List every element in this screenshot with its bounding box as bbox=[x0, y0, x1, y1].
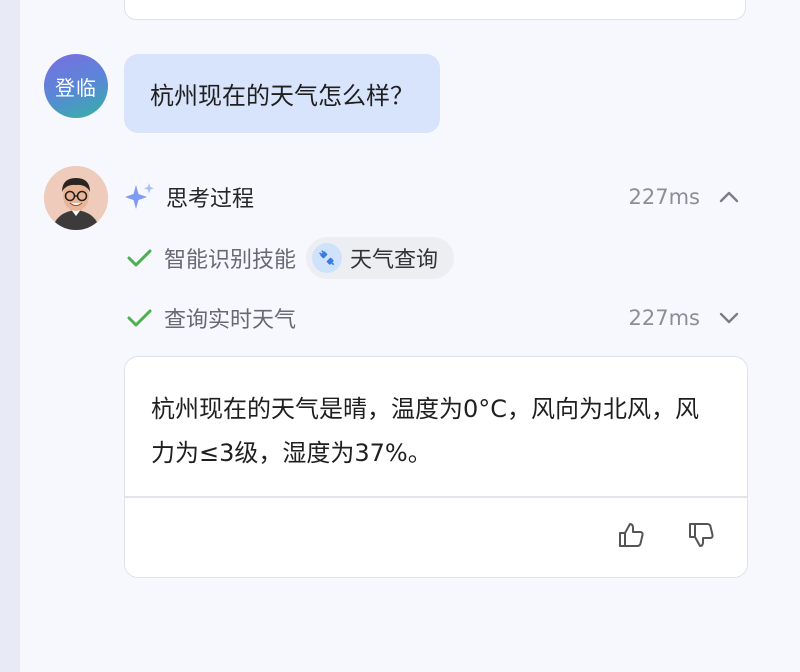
check-icon bbox=[127, 309, 152, 327]
chevron-down-icon[interactable] bbox=[718, 307, 740, 329]
thinking-header[interactable]: 思考过程 227ms bbox=[124, 177, 748, 217]
user-avatar-text: 登临 bbox=[55, 75, 97, 100]
feedback-actions bbox=[615, 519, 717, 551]
skill-chip-weather[interactable]: 天气查询 bbox=[306, 237, 455, 279]
step-skill-recognition: 智能识别技能 天气查询 bbox=[124, 237, 748, 279]
answer-divider bbox=[125, 496, 747, 498]
step-label: 查询实时天气 bbox=[164, 308, 297, 333]
thinking-title: 思考过程 bbox=[166, 187, 255, 212]
bot-avatar[interactable] bbox=[44, 166, 108, 230]
thumbs-down-icon bbox=[689, 523, 714, 547]
sparkle-icon bbox=[125, 183, 154, 209]
check-icon bbox=[127, 249, 152, 267]
answer-card: 杭州现在的天气是晴，温度为0°C，风向为北风，风力为≤3级，湿度为37%。 bbox=[124, 356, 748, 578]
step-time: 227ms bbox=[628, 306, 700, 330]
plug-icon bbox=[312, 243, 343, 273]
thumbs-down-button[interactable] bbox=[685, 519, 717, 551]
user-message-text: 杭州现在的天气怎么样？ bbox=[150, 82, 414, 110]
step-query-weather[interactable]: 查询实时天气 227ms bbox=[124, 298, 748, 338]
step-label: 智能识别技能 bbox=[164, 248, 297, 273]
answer-text: 杭州现在的天气是晴，温度为0°C，风向为北风，风力为≤3级，湿度为37%。 bbox=[151, 395, 700, 467]
previous-message-card bbox=[124, 0, 746, 20]
skill-chip-label: 天气查询 bbox=[350, 248, 439, 273]
user-message-bubble: 杭州现在的天气怎么样？ bbox=[124, 54, 440, 133]
thumbs-up-icon bbox=[619, 523, 644, 547]
chevron-up-icon[interactable] bbox=[718, 186, 740, 208]
user-avatar[interactable]: 登临 bbox=[44, 54, 108, 118]
thumbs-up-button[interactable] bbox=[615, 519, 647, 551]
person-avatar-icon bbox=[44, 166, 108, 230]
thinking-time: 227ms bbox=[628, 185, 700, 209]
